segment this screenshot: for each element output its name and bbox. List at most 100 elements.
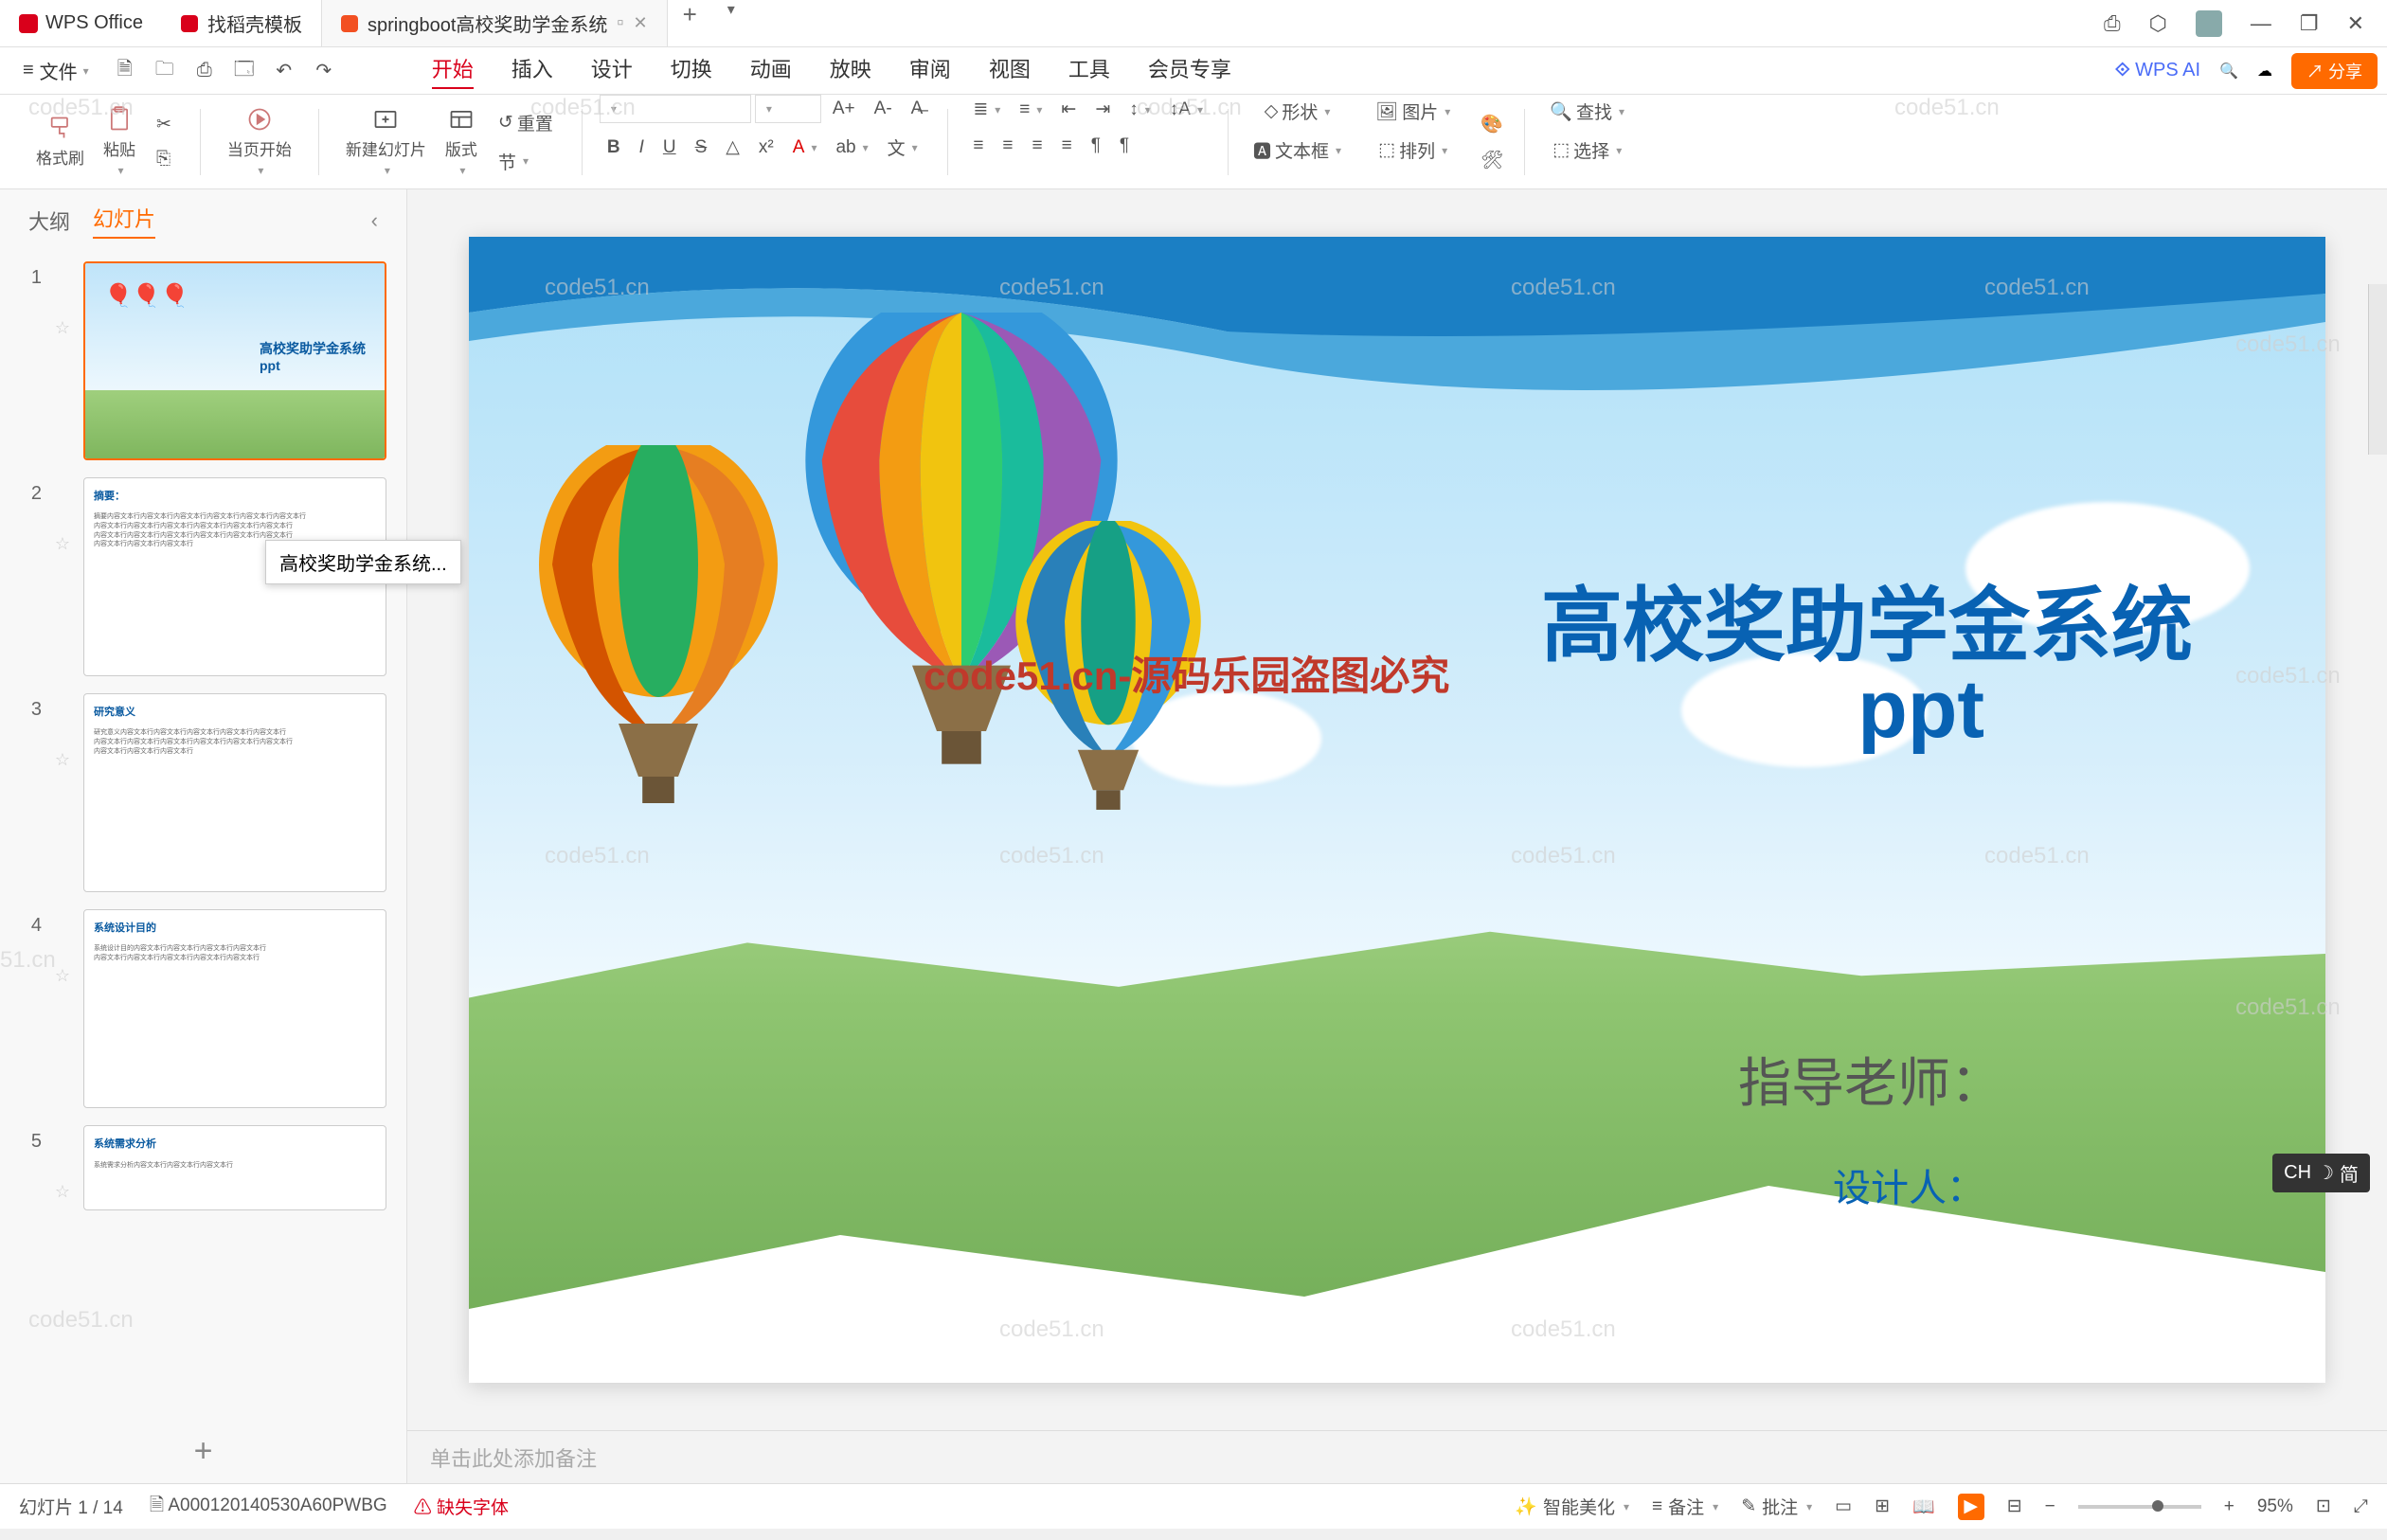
share-button[interactable]: ↗ 分享 bbox=[2291, 53, 2378, 89]
section-button[interactable]: 节 bbox=[491, 145, 561, 178]
align-center-button[interactable]: ≡ bbox=[995, 132, 1020, 160]
from-current-button[interactable]: 当页开始 bbox=[218, 100, 301, 183]
notes-button[interactable]: ≡ 备注 bbox=[1652, 1494, 1718, 1519]
new-slide-button[interactable]: 新建幻灯片 bbox=[336, 100, 436, 183]
select-button[interactable]: ⬚ 选择 bbox=[1545, 134, 1629, 167]
indent-left-button[interactable]: ⇤ bbox=[1053, 95, 1084, 124]
user-avatar[interactable] bbox=[2196, 10, 2222, 37]
qat-new-icon[interactable]: 🗎 bbox=[112, 58, 138, 84]
star-icon[interactable]: ☆ bbox=[51, 909, 74, 986]
star-icon[interactable]: ☆ bbox=[51, 477, 74, 554]
outline-tab[interactable]: 大纲 bbox=[28, 206, 70, 236]
line-spacing-button[interactable]: ↕ bbox=[1122, 95, 1158, 124]
zoom-value[interactable]: 95% bbox=[2257, 1496, 2293, 1517]
menu-tab-tools[interactable]: 工具 bbox=[1068, 53, 1110, 89]
clear-format-button[interactable]: A̶ bbox=[904, 95, 931, 123]
slide-thumbnail-1[interactable]: 高校奖助学金系统ppt 🎈🎈🎈 bbox=[83, 261, 386, 460]
qat-undo-icon[interactable]: ↶ bbox=[271, 58, 297, 84]
font-color-button[interactable]: A bbox=[785, 131, 825, 164]
menu-tab-view[interactable]: 视图 bbox=[989, 53, 1031, 89]
search-icon[interactable]: 🔍 bbox=[2219, 62, 2238, 81]
textbox-button[interactable]: 🅰 文本框 bbox=[1246, 134, 1349, 167]
qat-open-icon[interactable]: 🗀 bbox=[152, 58, 178, 84]
minimize-button[interactable]: — bbox=[2251, 11, 2271, 36]
menu-tab-review[interactable]: 审阅 bbox=[909, 53, 951, 89]
window-cube-icon[interactable]: ⬡ bbox=[2149, 11, 2167, 36]
paste-button[interactable]: 粘贴 bbox=[94, 100, 145, 183]
align-left-button[interactable]: ≡ bbox=[965, 132, 991, 160]
canvas[interactable]: 高校奖助学金系统 ppt code51.cn-源码乐园盗图必究 指导老师： 设计… bbox=[407, 189, 2387, 1430]
window-save-icon[interactable]: ⎙ bbox=[2104, 11, 2121, 36]
beautify-button[interactable]: ✨ 智能美化 bbox=[1515, 1494, 1629, 1519]
view-dots-icon[interactable]: ⊟ bbox=[2007, 1495, 2022, 1517]
find-button[interactable]: 🔍 查找 bbox=[1542, 95, 1632, 128]
italic-button[interactable]: I bbox=[632, 131, 652, 164]
menu-tab-animation[interactable]: 动画 bbox=[750, 53, 792, 89]
maximize-button[interactable]: ❐ bbox=[2300, 11, 2319, 36]
teacher-label[interactable]: 指导老师： bbox=[1738, 1041, 2003, 1118]
slides-tab[interactable]: 幻灯片 bbox=[93, 203, 155, 239]
slide-thumbnail-4[interactable]: 系统设计目的 系统设计目的内容文本行内容文本行内容文本行内容文本行内容文本行内容… bbox=[83, 909, 386, 1108]
thumbnail-list[interactable]: 1 ☆ 高校奖助学金系统ppt 🎈🎈🎈 2 ☆ 摘要： 摘要内容文本行内容文本行… bbox=[0, 252, 406, 1420]
font-missing-warning[interactable]: ⚠ 缺失字体 bbox=[414, 1494, 509, 1519]
numbering-button[interactable]: ≡ bbox=[1012, 95, 1050, 124]
panel-collapse-icon[interactable]: ‹ bbox=[371, 208, 378, 233]
qat-redo-icon[interactable]: ↷ bbox=[311, 58, 337, 84]
ime-indicator[interactable]: CH ☽ 简 bbox=[2272, 1154, 2370, 1192]
close-tab-icon[interactable]: ✕ bbox=[634, 13, 648, 33]
font-decrease-button[interactable]: A- bbox=[867, 95, 900, 123]
rtl-button[interactable]: ¶ bbox=[1112, 132, 1137, 160]
tools-icon[interactable]: 🛠 bbox=[1473, 145, 1511, 175]
menu-tab-design[interactable]: 设计 bbox=[591, 53, 633, 89]
cut-button[interactable]: ✂ bbox=[149, 110, 179, 139]
style-icon[interactable]: 🎨 bbox=[1473, 109, 1511, 139]
font-family-select[interactable] bbox=[600, 95, 751, 123]
theme-info[interactable]: 🗎 A000120140530A60PWBG bbox=[150, 1492, 387, 1522]
designer-label[interactable]: 设计人： bbox=[1833, 1157, 1984, 1212]
bullets-button[interactable]: ≣ bbox=[965, 95, 1008, 124]
format-painter-button[interactable]: 格式刷 bbox=[27, 109, 94, 174]
tab-menu-button[interactable]: ▾ bbox=[712, 0, 750, 46]
view-normal-icon[interactable]: ▭ bbox=[1835, 1495, 1852, 1517]
close-button[interactable]: ✕ bbox=[2347, 11, 2364, 36]
align-justify-button[interactable]: ≡ bbox=[1054, 132, 1080, 160]
shape-button[interactable]: ◇ 形状 bbox=[1257, 95, 1338, 128]
strike-button[interactable]: S bbox=[688, 131, 715, 164]
font-size-select[interactable] bbox=[755, 95, 821, 123]
align-right-button[interactable]: ≡ bbox=[1025, 132, 1050, 160]
copy-button[interactable]: ⎘ bbox=[149, 145, 179, 173]
right-sidebar-grip[interactable] bbox=[2368, 284, 2387, 455]
fit-button[interactable]: ⊡ bbox=[2316, 1495, 2331, 1517]
slide-thumbnail-3[interactable]: 研究意义 研究意义内容文本行内容文本行内容文本行内容文本行内容文本行内容文本行内… bbox=[83, 693, 386, 892]
star-icon[interactable]: ☆ bbox=[51, 261, 74, 338]
layout-button[interactable]: 版式 bbox=[436, 100, 487, 183]
star-icon[interactable]: ☆ bbox=[51, 1125, 74, 1202]
view-sorter-icon[interactable]: ⊞ bbox=[1875, 1495, 1890, 1517]
file-menu[interactable]: ≡ 文件 ▾ bbox=[9, 53, 102, 88]
ltr-button[interactable]: ¶ bbox=[1084, 132, 1108, 160]
view-reading-icon[interactable]: 📖 bbox=[1912, 1495, 1935, 1518]
highlight-button[interactable]: ab bbox=[828, 131, 875, 164]
tab-templates[interactable]: 找稻壳模板 bbox=[162, 0, 321, 46]
font-opts-button[interactable]: 文 bbox=[880, 131, 925, 164]
menu-tab-transition[interactable]: 切换 bbox=[671, 53, 712, 89]
qat-preview-icon[interactable]: 🗔 bbox=[231, 58, 258, 84]
menu-tab-insert[interactable]: 插入 bbox=[512, 53, 553, 89]
indent-right-button[interactable]: ⇥ bbox=[1087, 95, 1118, 124]
menu-tab-vip[interactable]: 会员专享 bbox=[1148, 53, 1231, 89]
picture-button[interactable]: 🖼 图片 bbox=[1368, 95, 1458, 128]
add-slide-button[interactable]: + bbox=[0, 1420, 406, 1483]
superscript-button[interactable]: x² bbox=[751, 131, 781, 164]
menu-tab-start[interactable]: 开始 bbox=[432, 53, 474, 89]
arrange-button[interactable]: ⬚ 排列 bbox=[1371, 134, 1455, 167]
slide-main[interactable]: 高校奖助学金系统 ppt code51.cn-源码乐园盗图必究 指导老师： 设计… bbox=[469, 237, 2325, 1383]
add-tab-button[interactable]: + bbox=[668, 0, 712, 46]
slide-subtitle[interactable]: ppt bbox=[1858, 663, 1984, 757]
zoom-in-button[interactable]: + bbox=[2224, 1496, 2234, 1517]
expand-icon[interactable]: ⤢ bbox=[2354, 1496, 2368, 1517]
shadow-button[interactable]: △ bbox=[718, 131, 747, 164]
tab-document-active[interactable]: springboot高校奖助学金系统 ▫ ✕ bbox=[321, 0, 668, 46]
text-direction-button[interactable]: ↕A bbox=[1162, 95, 1211, 124]
slide-thumbnail-5[interactable]: 系统需求分析 系统需求分析内容文本行内容文本行内容文本行 bbox=[83, 1125, 386, 1210]
cloud-sync-icon[interactable]: ☁ bbox=[2257, 62, 2272, 81]
